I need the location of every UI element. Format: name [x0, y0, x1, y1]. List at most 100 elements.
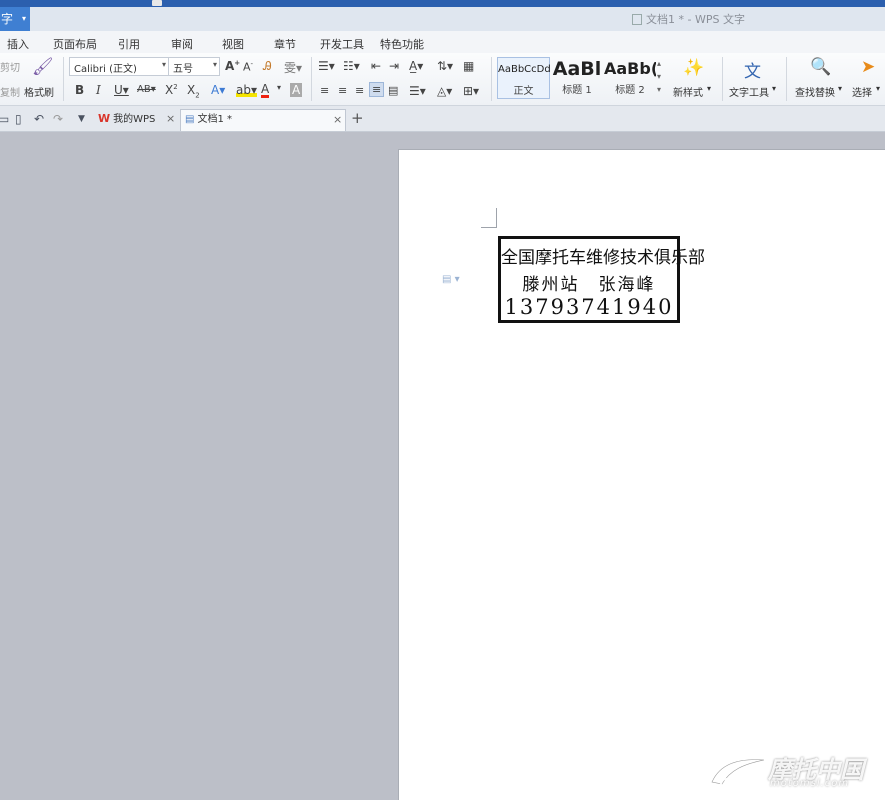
- italic-icon[interactable]: I: [96, 83, 101, 97]
- borders-icon[interactable]: ⊞▾: [463, 84, 479, 98]
- phonetic-guide-icon[interactable]: 雯▾: [284, 59, 302, 76]
- numbering-icon[interactable]: ☷▾: [343, 59, 360, 73]
- font-color-icon[interactable]: A: [261, 83, 270, 98]
- align-right-icon[interactable]: ≡: [355, 84, 364, 97]
- decrease-indent-icon[interactable]: ⇤: [371, 59, 381, 73]
- menu-item-page-layout[interactable]: 页面布局: [53, 36, 97, 52]
- undo-icon[interactable]: ↶: [34, 112, 44, 126]
- menu-item-special[interactable]: 特色功能: [380, 36, 424, 52]
- tab-document-1-label: 文档1 *: [197, 114, 232, 125]
- tab-document-1[interactable]: ▤ 文档1 * ×: [180, 109, 346, 131]
- divider: [311, 57, 312, 101]
- align-center-icon[interactable]: ≡: [338, 84, 347, 97]
- shrink-font-icon[interactable]: A-: [243, 60, 253, 74]
- select-label: 选择: [852, 88, 872, 99]
- chevron-down-icon: ▾: [22, 14, 27, 23]
- styles-scroll-icon[interactable]: ▴ ▾ ▾: [657, 57, 661, 96]
- menu-item-references[interactable]: 引用: [118, 36, 140, 52]
- style-heading-2[interactable]: AaBb( 标题 2: [604, 57, 656, 99]
- window-title-text: 文档1 * - WPS 文字: [646, 13, 745, 26]
- align-left-icon[interactable]: ≡: [320, 84, 329, 97]
- app-menu-button[interactable]: 字 ▾: [0, 7, 30, 31]
- chevron-down-icon: ▾: [212, 60, 217, 69]
- copy-button[interactable]: 复制: [0, 84, 20, 99]
- stamp-line-3: 13793741940: [504, 295, 674, 319]
- chinese-layout-icon[interactable]: A̲▾: [409, 59, 423, 73]
- clear-format-icon[interactable]: Ꭿ: [263, 59, 272, 74]
- document-icon: ▤: [185, 114, 195, 125]
- watermark-url: motomsl.com: [770, 778, 850, 789]
- window-top-strip: [0, 0, 885, 7]
- stamp-textbox[interactable]: 全国摩托车维修技术俱乐部 滕州站 张海峰 13793741940: [498, 236, 705, 323]
- close-icon[interactable]: ×: [166, 109, 175, 129]
- text-effect-icon[interactable]: A▾: [211, 83, 225, 97]
- menu-item-review[interactable]: 审阅: [171, 36, 193, 52]
- bold-icon[interactable]: B: [75, 83, 84, 97]
- text-tools-label: 文字工具: [729, 88, 769, 99]
- redo-icon[interactable]: ↷: [53, 112, 63, 126]
- font-size-value: 五号: [173, 64, 193, 75]
- print-preview-icon[interactable]: ▯: [15, 112, 22, 126]
- new-style-icon: ✨: [683, 58, 705, 78]
- bullets-icon[interactable]: ☰▾: [318, 59, 335, 73]
- menu-item-view[interactable]: 视图: [222, 36, 244, 52]
- chevron-down-icon[interactable]: ▾: [277, 83, 281, 92]
- cut-button[interactable]: 剪切: [0, 59, 20, 74]
- divider: [722, 57, 723, 101]
- document-tab-bar: ▭ ▯ ↶ ↷ ▼ W 我的WPS × ▤ 文档1 * × +: [0, 106, 885, 132]
- save-icon[interactable]: ▭: [0, 112, 9, 126]
- highlight-icon[interactable]: ab▾: [236, 83, 257, 97]
- stamp-line-1: 全国摩托车维修技术俱乐部: [501, 248, 705, 268]
- find-replace-label: 查找替换: [795, 88, 835, 99]
- table-grid-icon[interactable]: ▦: [463, 59, 474, 73]
- style-heading-1[interactable]: AaBl 标题 1: [551, 57, 603, 99]
- new-style-label: 新样式: [673, 88, 703, 99]
- format-painter-label: 格式刷: [24, 88, 54, 99]
- char-shading-icon[interactable]: A: [290, 83, 303, 97]
- line-spacing-icon[interactable]: ☰▾: [409, 84, 426, 98]
- document-icon: [632, 14, 642, 25]
- menu-item-developer[interactable]: 开发工具: [320, 36, 364, 52]
- tab-my-wps[interactable]: W 我的WPS ×: [94, 109, 178, 131]
- text-tools-icon: 文: [744, 62, 761, 82]
- menu-item-section[interactable]: 章节: [274, 36, 296, 52]
- menu-bar: 插入 页面布局 引用 审阅 视图 章节 开发工具 特色功能: [0, 31, 885, 53]
- margin-corner-marker: [481, 208, 497, 228]
- document-page[interactable]: ▤ ▾ 全国摩托车维修技术俱乐部 滕州站 张海峰 13793741940: [398, 149, 885, 800]
- sort-icon[interactable]: ⇅▾: [437, 59, 453, 73]
- ribbon: 剪切 复制 🖌 格式刷 Calibri (正文) ▾ 五号 ▾ A+ A- Ꭿ …: [0, 53, 885, 106]
- chevron-down-icon: ▾: [772, 84, 777, 93]
- wps-logo-icon: W: [98, 112, 111, 125]
- chevron-down-icon: ▾: [707, 84, 712, 93]
- grow-font-icon[interactable]: A+: [225, 59, 240, 73]
- strikethrough-icon[interactable]: AB▾: [137, 84, 156, 95]
- site-watermark: 摩托中国 motomsl.com: [708, 748, 883, 796]
- title-bar: 字 ▾ 文档1 * - WPS 文字: [0, 7, 885, 31]
- justify-icon[interactable]: ≡: [369, 82, 385, 97]
- chevron-down-icon: ▾: [838, 84, 843, 93]
- divider: [491, 57, 492, 101]
- window-title: 文档1 * - WPS 文字: [632, 11, 745, 27]
- style-heading-1-sample: AaBl: [552, 58, 602, 80]
- subscript-icon[interactable]: X2: [187, 83, 200, 99]
- increase-indent-icon[interactable]: ⇥: [389, 59, 399, 73]
- style-heading-2-sample: AaBb(: [604, 59, 656, 78]
- brush-icon: 🖌: [32, 57, 54, 77]
- underline-icon[interactable]: U▾: [114, 83, 129, 97]
- shading-icon[interactable]: ◬▾: [437, 84, 452, 98]
- font-size-select[interactable]: 五号 ▾: [168, 57, 220, 76]
- stamp-line-2: 滕州站 张海峰: [522, 275, 656, 295]
- font-name-select[interactable]: Calibri (正文) ▾: [69, 57, 169, 76]
- quick-access-dropdown-icon[interactable]: ▼: [78, 114, 85, 124]
- style-normal-label: 正文: [513, 86, 534, 97]
- distributed-icon[interactable]: ▤: [388, 84, 398, 97]
- menu-item-insert[interactable]: 插入: [7, 36, 29, 52]
- paragraph-handle-icon[interactable]: ▤ ▾: [442, 274, 460, 285]
- document-workspace: ▤ ▾ 全国摩托车维修技术俱乐部 滕州站 张海峰 13793741940: [0, 132, 885, 800]
- superscript-icon[interactable]: X2: [165, 83, 178, 97]
- new-tab-icon[interactable]: +: [351, 109, 364, 127]
- motorcycle-logo-icon: [711, 759, 765, 790]
- close-icon[interactable]: ×: [333, 110, 342, 130]
- style-normal[interactable]: AaBbCcDd 正文: [497, 57, 551, 99]
- app-icon: [152, 0, 162, 6]
